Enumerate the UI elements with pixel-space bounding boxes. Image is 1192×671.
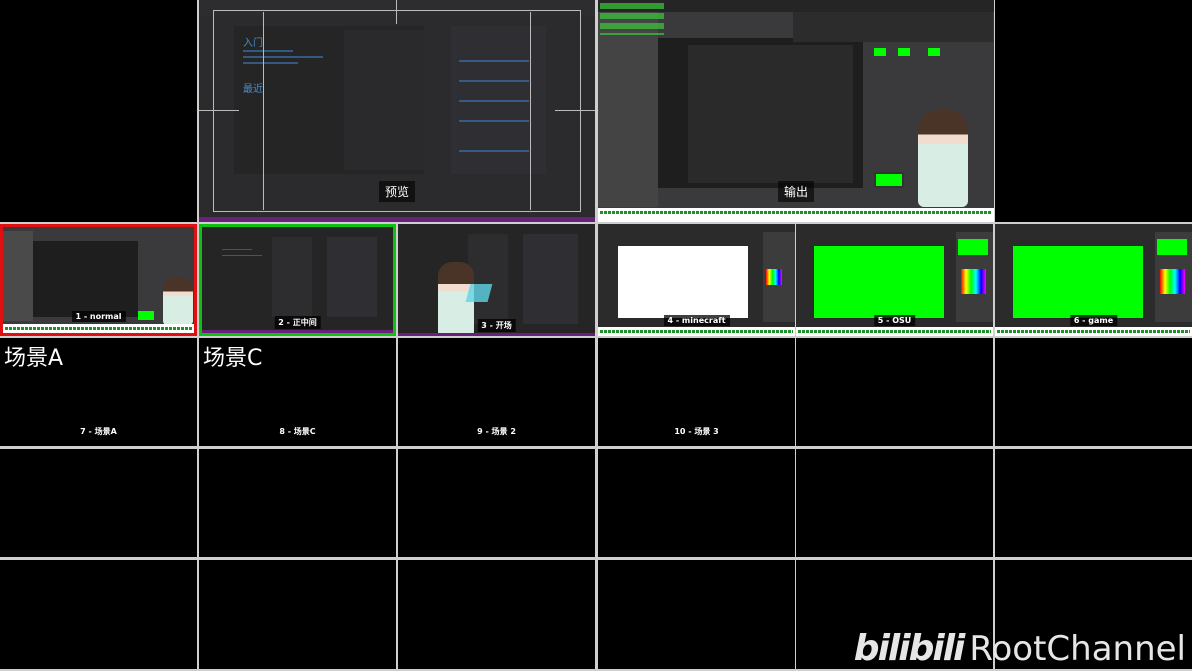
empty-cell [995, 449, 1192, 557]
preview-label: 预览 [378, 181, 416, 202]
scene-overlay-text: 场景C [203, 346, 263, 371]
empty-cell [796, 449, 993, 557]
empty-cell [199, 560, 396, 669]
empty-cell [0, 560, 197, 669]
scene-label: 10 - 场景 3 [670, 425, 723, 438]
scene-label: 2 - 正中间 [274, 316, 321, 329]
program-panel[interactable]: 输出 [598, 0, 994, 222]
scene-1-normal[interactable]: 1 - normal [0, 224, 197, 336]
empty-cell [598, 449, 795, 557]
scene-9[interactable]: 9 - 场景 2 [398, 338, 595, 446]
scene-10[interactable]: 10 - 场景 3 [598, 338, 795, 446]
recent-heading: 最近 [243, 84, 263, 95]
scene-7[interactable]: 场景A 7 - 场景A [0, 338, 197, 446]
scene-label: 8 - 场景C [275, 425, 320, 438]
empty-cell [398, 449, 595, 557]
scene-4[interactable]: 4 - minecraft [598, 224, 795, 336]
scene-2[interactable]: 2 - 正中间 [199, 224, 396, 336]
scene-3[interactable]: 3 - 开场 [398, 224, 595, 336]
scene-label: 9 - 场景 2 [473, 425, 520, 438]
watermark: bilibili RootChannel [854, 628, 1186, 669]
scene-label: 6 - game [1069, 315, 1118, 326]
scene-label: 4 - minecraft [663, 315, 730, 326]
program-label: 输出 [777, 181, 815, 202]
scene-8[interactable]: 场景C 8 - 场景C [199, 338, 396, 446]
empty-cell [199, 449, 396, 557]
empty-cell [0, 449, 197, 557]
preview-panel[interactable]: 入门 最近 预览 [199, 0, 595, 222]
empty-cell [995, 338, 1192, 446]
bilibili-logo: bilibili [853, 628, 966, 669]
scene-label: 7 - 场景A [76, 425, 121, 438]
empty-cell [796, 338, 993, 446]
scene-6[interactable]: 6 - game [995, 224, 1192, 336]
empty-cell [398, 560, 595, 669]
scene-overlay-text: 场景A [4, 346, 64, 371]
empty-cell [0, 0, 197, 222]
empty-cell [995, 0, 1192, 222]
getting-started-heading: 入门 [243, 38, 263, 49]
scene-5[interactable]: 5 - OSU [796, 224, 993, 336]
channel-name: RootChannel [969, 629, 1186, 669]
empty-cell [598, 560, 795, 669]
scene-label: 5 - OSU [873, 315, 916, 326]
scene-label: 1 - normal [71, 311, 126, 322]
scene-label: 3 - 开场 [477, 319, 516, 332]
